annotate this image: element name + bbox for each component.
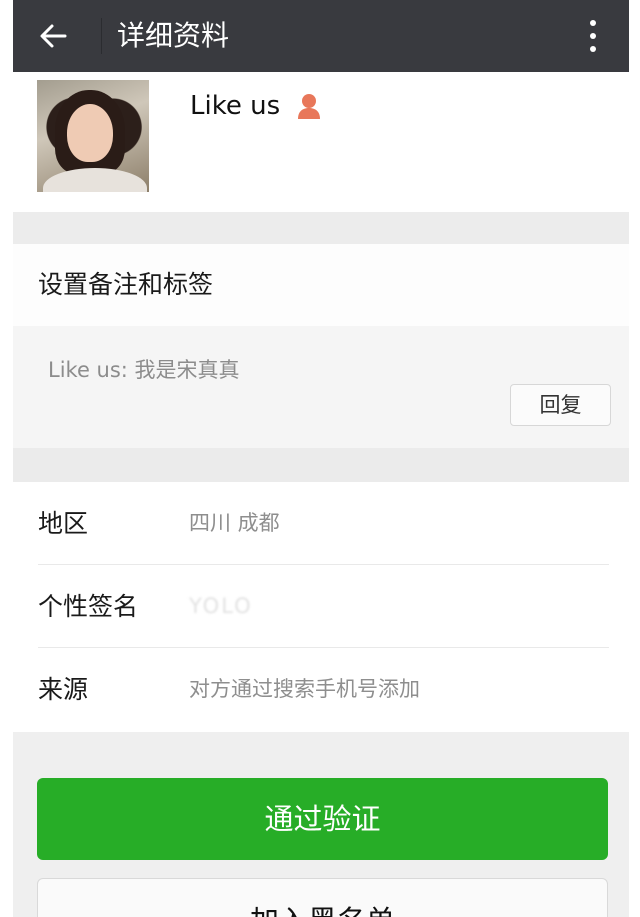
more-vertical-icon [590,33,596,39]
region-value: 四川 成都 [189,511,280,535]
section-gap [13,448,629,482]
info-row-source: 来源 对方通过搜索手机号添加 [13,648,629,731]
info-row-region: 地区 四川 成都 [13,482,629,565]
signature-label: 个性签名 [38,592,139,621]
blacklist-button[interactable]: 加入黑名单 [37,878,608,917]
info-list: 地区 四川 成都 个性签名 YOLO 来源 对方通过搜索手机号添加 [13,482,629,732]
remark-label: 设置备注和标签 [38,270,214,299]
avatar-shoulder [43,168,147,192]
section-gap [13,212,629,244]
remark-row[interactable]: 设置备注和标签 [13,244,629,326]
nickname-row: Like us [190,86,322,126]
avatar[interactable] [37,80,149,192]
source-label: 来源 [38,675,89,704]
message-text: Like us: 我是宋真真 [48,358,240,382]
more-vertical-icon [590,20,596,26]
verification-message: Like us: 我是宋真真 回复 [13,326,629,448]
avatar-face [67,104,113,162]
page-title: 详细资料 [117,19,230,52]
reply-button[interactable]: 回复 [510,384,611,426]
more-vertical-icon [590,46,596,52]
top-bar: 详细资料 [13,0,629,72]
screen: 详细资料 Like us 设置备注和标签 Like us: 我是宋真真 回复 地… [0,0,640,917]
person-icon [298,94,321,119]
source-value: 对方通过搜索手机号添加 [189,677,420,701]
profile-page: 详细资料 Like us 设置备注和标签 Like us: 我是宋真真 回复 地… [13,0,629,917]
arrow-left-icon [40,24,67,48]
verify-button[interactable]: 通过验证 [37,778,608,860]
back-button[interactable] [23,10,83,62]
info-row-signature: 个性签名 YOLO [13,565,629,648]
nickname: Like us [190,91,281,121]
signature-value: YOLO [189,594,253,618]
header-divider [101,18,102,54]
profile-card: Like us [13,72,629,212]
region-label: 地区 [38,509,89,538]
action-area: 通过验证 加入黑名单 [13,732,629,917]
more-button[interactable] [571,12,615,60]
